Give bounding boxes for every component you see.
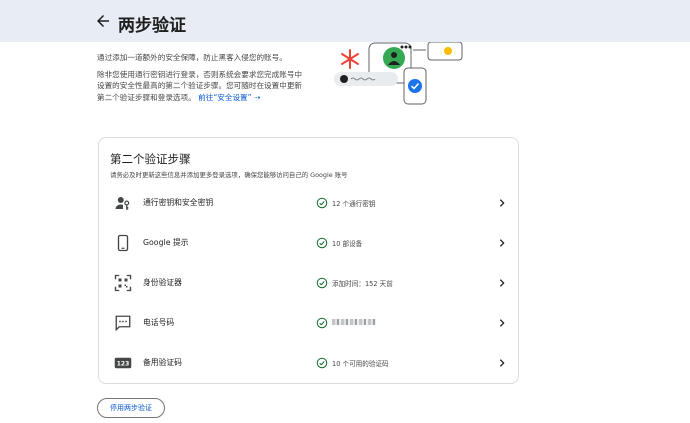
chevron-right-icon	[499, 199, 505, 207]
chevron-right-icon	[499, 359, 505, 367]
check-circle-icon	[316, 317, 328, 329]
card-title: 第二个验证步骤	[110, 152, 191, 166]
row-authenticator[interactable]: 身份验证器 添加时间：152 天前	[99, 263, 518, 303]
card-subtitle: 请务必及时更新这些信息并添加更多登录选项，确保您能够访问自己的 Google 账…	[110, 171, 348, 179]
check-circle-icon	[316, 357, 328, 369]
second-step-card: 第二个验证步骤 请务必及时更新这些信息并添加更多登录选项，确保您能够访问自己的 …	[98, 137, 519, 384]
redacted-phone-number	[332, 319, 376, 325]
page-title: 两步验证	[118, 16, 186, 36]
sms-icon	[115, 315, 131, 332]
chevron-right-icon	[499, 319, 505, 327]
qr-scan-icon	[114, 274, 132, 292]
chevron-right-icon	[499, 279, 505, 287]
asterisk-icon	[341, 49, 359, 69]
row-label: 通行密钥和安全密钥	[143, 198, 214, 207]
row-google-prompt[interactable]: Google 提示 10 部设备	[99, 223, 518, 263]
check-circle-icon	[316, 237, 328, 249]
passkey-icon	[115, 197, 130, 210]
row-status: 10 个可用的验证码	[332, 360, 389, 368]
phone-icon	[117, 234, 129, 252]
backup-codes-icon: 123	[114, 357, 132, 369]
two-step-illustration	[334, 41, 463, 105]
intro-paragraph-1: 通过添加一道额外的安全保障，防止黑客入侵您的账号。	[97, 53, 287, 62]
row-phone-number[interactable]: 电话号码	[99, 303, 518, 343]
check-circle-icon	[316, 197, 328, 209]
row-label: 身份验证器	[143, 278, 182, 287]
back-arrow-icon[interactable]	[94, 12, 112, 30]
row-label: Google 提示	[143, 238, 189, 247]
intro-paragraph-2: 除非您使用通行密钥进行登录，否则系统会要求您完成账号中设置的安全性最高的第二个验…	[97, 69, 307, 103]
row-passkeys[interactable]: 通行密钥和安全密钥 12 个通行密钥	[99, 183, 518, 223]
top-app-bar: 两步验证	[0, 0, 690, 42]
row-backup-codes[interactable]: 123 备用验证码 10 个可用的验证码	[99, 343, 518, 383]
turn-off-2sv-button[interactable]: 停用两步验证	[97, 398, 165, 418]
chevron-right-icon	[499, 239, 505, 247]
row-status: 12 个通行密钥	[332, 200, 376, 208]
check-circle-icon	[316, 277, 328, 289]
row-status-redacted	[332, 318, 376, 326]
row-label: 备用验证码	[143, 358, 182, 367]
backup-codes-icon-text: 123	[117, 361, 130, 368]
row-label: 电话号码	[143, 318, 175, 327]
external-link-icon: ⇢	[251, 92, 261, 102]
row-status: 添加时间：152 天前	[332, 280, 393, 288]
security-settings-link[interactable]: 前往“安全设置”	[198, 93, 251, 102]
row-status: 10 部设备	[332, 240, 363, 248]
intro-section: 以防您的账号遭受攻击及密码外泄 通过添加一道额外的安全保障，防止黑客入侵您的账号…	[97, 32, 307, 103]
